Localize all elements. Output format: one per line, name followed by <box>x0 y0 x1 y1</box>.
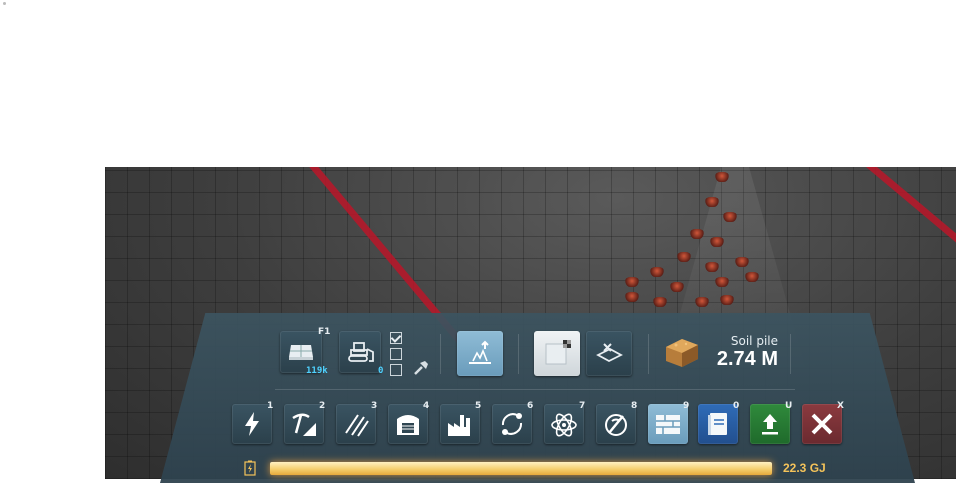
corner-dot <box>3 2 6 5</box>
zone-boundary-line <box>860 167 956 279</box>
hotkey-label: 6 <box>527 401 534 411</box>
toolbar-divider <box>518 334 519 374</box>
hotkey-label: 0 <box>733 401 740 411</box>
surface-raise-icon <box>469 340 491 364</box>
science-atom-icon <box>551 413 577 437</box>
hotkey-label: 2 <box>319 401 326 411</box>
remove-surface-icon <box>596 342 623 362</box>
surface-tile-button[interactable] <box>534 331 580 376</box>
option-checkbox[interactable] <box>390 348 402 360</box>
resource-value: 2.74 M <box>716 348 778 370</box>
foundation-count: 119k <box>306 366 328 376</box>
bulldozer-count: 0 <box>378 366 384 376</box>
category-logistics-button[interactable] <box>492 404 532 444</box>
hotkey-label: 5 <box>475 401 482 411</box>
hotkey-label: X <box>837 401 844 411</box>
blueprint-book-icon <box>708 413 727 435</box>
soil-pile-icon <box>662 335 702 369</box>
hotkey-label: U <box>785 401 793 411</box>
option-checkbox[interactable] <box>390 332 402 344</box>
remove-surface-button[interactable] <box>586 331 632 376</box>
category-mining-button[interactable] <box>284 404 324 444</box>
hotkey-label: 7 <box>579 401 586 411</box>
category-vehicles-button[interactable] <box>596 404 636 444</box>
energy-value: 22.3 GJ <box>783 461 826 475</box>
row-separator <box>275 389 795 390</box>
logistics-cycle-icon <box>501 413 523 435</box>
bulldozer-icon <box>348 342 374 362</box>
toolbar-divider <box>790 334 791 374</box>
cancel-icon <box>811 413 833 435</box>
vehicles-icon <box>605 414 627 436</box>
toolbar-divider <box>648 334 649 374</box>
buildings-wall-icon <box>656 415 680 434</box>
terrain-raise-button[interactable] <box>457 331 503 376</box>
toolbar-divider <box>440 334 441 374</box>
category-power-button[interactable] <box>232 404 272 444</box>
category-factory-button[interactable] <box>440 404 480 444</box>
foundation-icon <box>289 345 313 360</box>
hotkey-label: 1 <box>267 401 274 411</box>
category-buildings-button[interactable] <box>648 404 688 444</box>
upgrade-button[interactable] <box>750 404 790 444</box>
factory-icon <box>448 415 470 436</box>
hammer-icon[interactable] <box>411 358 431 378</box>
placement-options <box>390 332 404 380</box>
energy-bar <box>270 462 772 475</box>
transport-icon <box>345 414 369 437</box>
upgrade-icon <box>762 414 778 435</box>
power-icon <box>245 412 259 436</box>
hotkey-label: 8 <box>631 401 638 411</box>
bulldozer-button[interactable] <box>339 331 381 373</box>
hotkey-label: F1 <box>318 327 331 337</box>
category-transport-button[interactable] <box>336 404 376 444</box>
resource-label: Soil pile <box>730 334 778 348</box>
hotkey-label: 3 <box>371 401 378 411</box>
mining-icon <box>292 413 316 436</box>
hotkey-label: 9 <box>683 401 690 411</box>
option-checkbox[interactable] <box>390 364 402 376</box>
cancel-button[interactable] <box>802 404 842 444</box>
battery-icon <box>244 460 256 476</box>
blueprints-button[interactable] <box>698 404 738 444</box>
category-science-button[interactable] <box>544 404 584 444</box>
surface-tile-icon <box>545 339 571 364</box>
category-storage-button[interactable] <box>388 404 428 444</box>
hotkey-label: 4 <box>423 401 430 411</box>
storage-icon <box>397 415 419 435</box>
